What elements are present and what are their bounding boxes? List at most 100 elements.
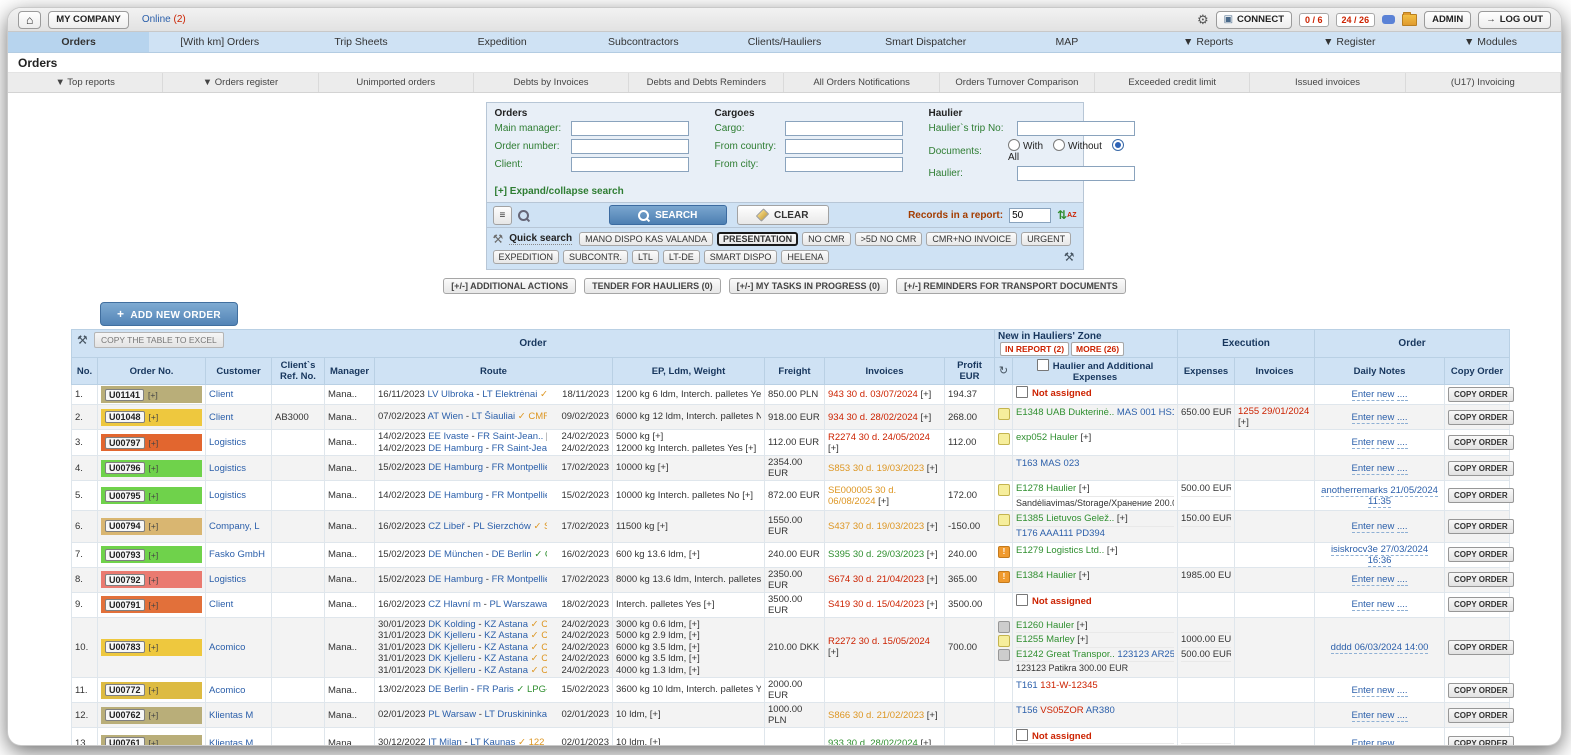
order-number-input[interactable]	[570, 139, 689, 154]
clear-button[interactable]: CLEAR	[736, 205, 829, 225]
route-to-link[interactable]: FR Saint-Jean..	[477, 431, 543, 442]
subtab-u17-invoicing[interactable]: (U17) Invoicing	[1406, 73, 1561, 92]
customer-link[interactable]: Client	[205, 591, 272, 618]
invoice-link[interactable]: R2274 30 d. 24/05/2024	[828, 432, 930, 443]
copy-order-button[interactable]: COPY ORDER	[1448, 409, 1514, 425]
copy-to-excel-button[interactable]: COPY THE TABLE TO EXCEL	[94, 332, 224, 348]
menu-button[interactable]: ≡	[492, 205, 513, 225]
action-button-additional-actions[interactable]: [+/-] ADDITIONAL ACTIONS	[443, 278, 577, 294]
route-to-link[interactable]: LT Druskininkai	[485, 709, 547, 720]
more-button[interactable]: MORE (26)	[1071, 342, 1125, 356]
gear-icon[interactable]: ⚙	[1197, 12, 1209, 28]
route-to-link[interactable]: LT Šiauliai	[472, 411, 515, 422]
nav-tab-trip-sheets[interactable]: Trip Sheets	[290, 32, 431, 52]
route-to-link[interactable]: KZ Astana	[484, 642, 528, 653]
copy-order-button[interactable]: COPY ORDER	[1448, 735, 1514, 745]
haulier-link[interactable]: [+]	[1076, 570, 1090, 581]
haulier-link[interactable]: 123123 AR2587	[1115, 649, 1174, 660]
copy-order-button[interactable]: COPY ORDER	[1448, 387, 1514, 402]
quick-button-smart-dispo[interactable]: SMART DISPO	[703, 250, 778, 264]
daily-note-link[interactable]: anotherremarks	[1321, 484, 1388, 497]
haulier-link[interactable]: MAS 001 HS1345	[1114, 407, 1174, 418]
nav-tab-clients-hauliers[interactable]: Clients/Hauliers	[714, 32, 855, 52]
add-new-order-button[interactable]: + ADD NEW ORDER	[100, 302, 238, 326]
folder-icon[interactable]	[1402, 11, 1418, 26]
copy-order-button[interactable]: COPY ORDER	[1448, 518, 1514, 534]
main-manager-input[interactable]	[570, 121, 689, 136]
cargo-line[interactable]: 6000 kg 3.5 ldm, [+]	[616, 642, 761, 654]
note-dots-link[interactable]: ....	[1396, 684, 1408, 697]
nav-tab-orders[interactable]: Orders	[8, 32, 150, 52]
route-from-link[interactable]: DE Hamburg	[428, 443, 483, 454]
quick-button-ltl[interactable]: LTL	[632, 250, 659, 264]
invoice-expand-link[interactable]: [+]	[828, 647, 839, 658]
route-from-link[interactable]: AT Wien	[428, 411, 464, 422]
haulier-select-all-checkbox[interactable]	[1036, 359, 1049, 371]
invoice-expand-link[interactable]: [+]	[918, 389, 931, 400]
customer-link[interactable]: Logistics	[205, 455, 272, 481]
subtab-orders-register[interactable]: ▼ Orders register	[163, 73, 319, 92]
cargo-line[interactable]: 6000 kg 3.5 ldm, [+]	[616, 653, 761, 665]
invoice-expand-link[interactable]: [+]	[876, 496, 889, 507]
note-dots-link[interactable]: ....	[1396, 574, 1408, 586]
assign-checkbox[interactable]	[1016, 729, 1029, 741]
subtab-exceeded-credit-limit[interactable]: Exceeded credit limit	[1095, 73, 1251, 92]
order-code[interactable]: U00772	[105, 684, 145, 696]
nav-tab-smart-dispatcher[interactable]: Smart Dispatcher	[855, 32, 996, 52]
enter-new-note-link[interactable]: Enter new	[1351, 520, 1395, 533]
my-company-button[interactable]: MY COMPANY	[48, 10, 129, 29]
note-dots-link[interactable]: ....	[1396, 737, 1408, 745]
order-expand-link[interactable]: [+]	[148, 390, 158, 400]
client-input[interactable]	[570, 157, 689, 172]
assign-checkbox[interactable]	[1016, 593, 1029, 606]
haulier-link[interactable]: E1242 Great Transpor..	[1016, 649, 1115, 660]
haulier-link[interactable]: [+]	[1076, 483, 1090, 494]
copy-order-button[interactable]: COPY ORDER	[1448, 460, 1514, 476]
enter-new-note-link[interactable]: Enter new	[1351, 437, 1395, 449]
cargo-line[interactable]: 3600 kg 10 ldm, Interch. palletes Yes [+…	[616, 684, 761, 696]
quick-button-5d-no-cmr[interactable]: >5D NO CMR	[854, 232, 923, 246]
truck-link[interactable]: VS05ZOR	[1038, 705, 1083, 716]
customer-link[interactable]: Company, L	[205, 510, 272, 543]
cargo-line[interactable]: 600 kg 13.6 ldm, [+]	[616, 549, 761, 561]
exec-invoice-link[interactable]: 1255 29/01/2024	[1238, 406, 1309, 417]
enter-new-note-link[interactable]: Enter new	[1351, 599, 1395, 611]
route-to-link[interactable]: FR Paris	[477, 684, 514, 695]
sort-az-icon[interactable]: ⇅AZ	[1057, 209, 1076, 222]
note-dots-link[interactable]: ....	[1396, 709, 1408, 722]
invoice-expand-link[interactable]: [+]	[918, 412, 931, 423]
invoice-link[interactable]: 933 30 d. 28/02/2024	[828, 738, 918, 746]
note-dots-link[interactable]: ....	[1396, 411, 1408, 424]
order-code[interactable]: U00793	[105, 548, 145, 561]
order-expand-link[interactable]: [+]	[149, 438, 159, 448]
invoice-expand-link[interactable]: [+]	[924, 710, 938, 721]
enter-new-note-link[interactable]: Enter new	[1351, 709, 1395, 722]
route-doc-link[interactable]: ✓ 12	[540, 389, 547, 400]
copy-order-button[interactable]: COPY ORDER	[1448, 707, 1514, 723]
haulier-link[interactable]: [+]	[1074, 620, 1088, 631]
route-from-link[interactable]: DE Hamburg	[428, 574, 483, 585]
logout-button[interactable]: → LOG OUT	[1478, 10, 1551, 29]
subtab-all-orders-notifications[interactable]: All Orders Notifications	[784, 73, 940, 92]
customer-link[interactable]: Logistics	[205, 480, 272, 511]
expand-collapse-search-link[interactable]: [+] Expand/collapse search	[495, 184, 1075, 200]
invoice-link[interactable]: S674 30 d. 21/04/2023	[828, 574, 924, 585]
nav-tab-reports[interactable]: ▼ Reports	[1138, 32, 1279, 52]
nav-tab-modules[interactable]: ▼ Modules	[1420, 32, 1561, 52]
copy-order-button[interactable]: COPY ORDER	[1448, 488, 1514, 503]
cargo-line[interactable]: 3000 kg 0.6 ldm, [+]	[616, 619, 761, 631]
cargo-line[interactable]: 8000 kg 13.6 ldm, Interch. palletes Yes …	[616, 574, 761, 586]
invoice-link[interactable]: S437 30 d. 19/03/2023	[828, 521, 924, 532]
invoice-expand-link[interactable]: [+]	[924, 599, 938, 610]
invoice-link[interactable]: 943 30 d. 03/07/2024	[828, 389, 918, 400]
action-button-reminders-for-transport-documents[interactable]: [+/-] REMINDERS FOR TRANSPORT DOCUMENTS	[896, 278, 1126, 294]
quick-button-expedition[interactable]: EXPEDITION	[492, 250, 560, 264]
route-to-link[interactable]: DE Berlin	[492, 549, 532, 560]
route-doc-link[interactable]: ✓ CMR 56406	[531, 630, 547, 641]
copy-order-button[interactable]: COPY ORDER	[1448, 435, 1514, 450]
truck-link[interactable]: 131-W-12345	[1038, 680, 1097, 691]
cargo-line[interactable]: 6000 kg 12 ldm, Interch. palletes No [+]	[616, 411, 761, 423]
order-code[interactable]: U00794	[105, 520, 145, 533]
search-button[interactable]: SEARCH	[608, 205, 727, 225]
enter-new-note-link[interactable]: Enter new	[1351, 684, 1395, 697]
